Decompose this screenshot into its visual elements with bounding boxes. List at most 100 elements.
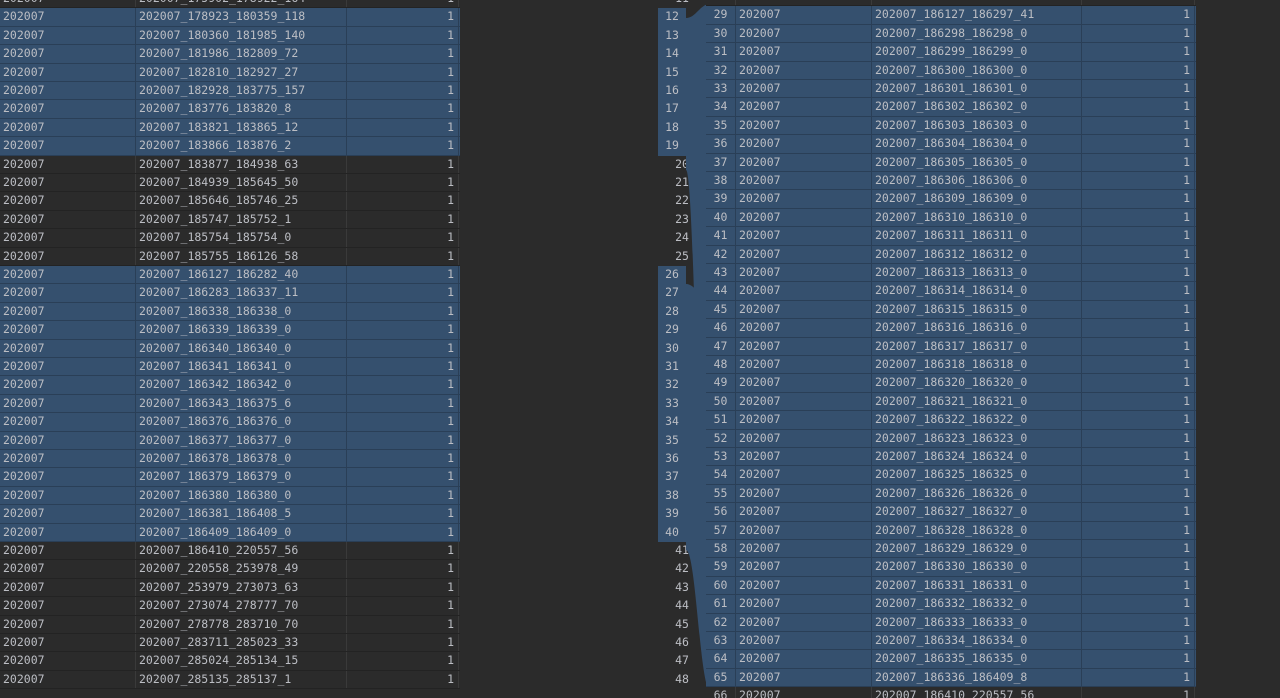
range-cell[interactable]: 202007_181986_182809_72 [136, 45, 347, 63]
right-table-row[interactable]: 50 202007 202007_186321_186321_0 1 [706, 392, 1196, 412]
right-table-pane[interactable]: 2829202007202007_186127_186297_411302020… [706, 0, 1280, 698]
period-cell[interactable]: 202007 [736, 668, 872, 687]
count-cell[interactable]: 1 [1082, 6, 1195, 24]
count-cell[interactable]: 1 [347, 100, 459, 118]
count-cell[interactable]: 1 [1082, 227, 1195, 245]
left-table-row[interactable]: 202007 202007_186376_186376_0 1 [0, 413, 460, 432]
range-cell[interactable]: 202007_186409_186409_0 [136, 523, 347, 541]
range-cell[interactable]: 202007_185754_185754_0 [136, 229, 347, 247]
range-cell[interactable]: 202007_186127_186297_41 [872, 6, 1082, 24]
right-table-row[interactable]: 63 202007 202007_186334_186334_0 1 [706, 632, 1196, 651]
left-table-row[interactable]: 202007 202007_186378_186378_0 1 [0, 450, 460, 469]
range-cell[interactable]: 202007_183866_183876_2 [136, 137, 347, 155]
left-table-row[interactable]: 202007 202007_186377_186377_0 1 [0, 431, 460, 450]
count-cell[interactable]: 1 [347, 358, 459, 376]
period-cell[interactable]: 202007 [0, 100, 136, 118]
period-cell[interactable]: 202007 [736, 61, 872, 79]
period-cell[interactable]: 202007 [736, 153, 872, 171]
count-cell[interactable]: 1 [1082, 356, 1195, 374]
count-cell[interactable]: 1 [1082, 466, 1195, 484]
period-cell[interactable]: 202007 [736, 135, 872, 153]
count-cell[interactable]: 1 [1082, 429, 1195, 447]
period-cell[interactable]: 202007 [0, 468, 136, 486]
range-cell[interactable]: 202007_186380_186380_0 [136, 486, 347, 505]
range-cell[interactable]: 202007_186309_186309_0 [872, 190, 1082, 208]
count-cell[interactable]: 1 [347, 523, 459, 541]
left-table-row[interactable]: 202007 202007_186283_186337_11 1 [0, 284, 460, 303]
count-cell[interactable]: 1 [1082, 319, 1195, 337]
period-cell[interactable]: 202007 [736, 24, 872, 43]
left-table-row[interactable]: 202007 202007_183866_183876_2 1 [0, 137, 460, 156]
period-cell[interactable]: 202007 [736, 392, 872, 411]
left-table-row[interactable]: 202007 202007_186127_186282_40 1 [0, 266, 460, 285]
left-table-row[interactable]: 202007 202007_186341_186341_0 1 [0, 358, 460, 377]
period-cell[interactable]: 202007 [736, 411, 872, 429]
period-cell[interactable]: 202007 [736, 521, 872, 539]
range-cell[interactable]: 202007_186324_186324_0 [872, 448, 1082, 466]
period-cell[interactable]: 202007 [736, 80, 872, 98]
right-table-row[interactable]: 51 202007 202007_186322_186322_0 1 [706, 411, 1196, 430]
left-table-row[interactable]: 202007 202007_182810_182927_27 1 [0, 63, 460, 82]
right-table-row[interactable]: 61 202007 202007_186332_186332_0 1 [706, 595, 1196, 614]
period-cell[interactable]: 202007 [736, 448, 872, 466]
range-cell[interactable]: 202007_253979_273073_63 [136, 578, 347, 597]
range-cell[interactable]: 202007_183821_183865_12 [136, 118, 347, 137]
left-table-row[interactable]: 202007 202007_220558_253978_49 1 [0, 560, 460, 579]
count-cell[interactable]: 1 [1082, 153, 1195, 171]
count-cell[interactable]: 1 [1082, 337, 1195, 355]
count-cell[interactable]: 1 [347, 670, 459, 689]
left-table-row[interactable]: 202007 202007_186338_186338_0 1 [0, 302, 460, 322]
left-table-row[interactable]: 202007 202007_186381_186408_5 1 [0, 505, 460, 524]
range-cell[interactable]: 202007_186301_186301_0 [872, 80, 1082, 98]
range-cell[interactable]: 202007_186305_186305_0 [872, 153, 1082, 171]
range-cell[interactable]: 202007_186304_186304_0 [872, 135, 1082, 153]
period-cell[interactable]: 202007 [0, 192, 136, 210]
right-table-row[interactable]: 37 202007 202007_186305_186305_0 1 [706, 153, 1196, 172]
count-cell[interactable]: 1 [1082, 135, 1195, 153]
range-cell[interactable]: 202007_186376_186376_0 [136, 413, 347, 431]
period-cell[interactable]: 202007 [0, 358, 136, 376]
range-cell[interactable]: 202007_186323_186323_0 [872, 429, 1082, 447]
count-cell[interactable]: 1 [347, 634, 459, 652]
left-table-row[interactable]: 202007 202007_285024_285134_15 1 [0, 652, 460, 671]
period-cell[interactable]: 202007 [0, 45, 136, 63]
range-cell[interactable]: 202007_185747_185752_1 [136, 210, 347, 229]
count-cell[interactable] [1082, 0, 1195, 6]
count-cell[interactable]: 1 [347, 560, 459, 578]
range-cell[interactable]: 202007_185646_185746_25 [136, 192, 347, 210]
right-table-row[interactable]: 62 202007 202007_186333_186333_0 1 [706, 613, 1196, 632]
period-cell[interactable]: 202007 [0, 597, 136, 615]
right-table-row[interactable]: 47 202007 202007_186317_186317_0 1 [706, 337, 1196, 356]
range-cell[interactable]: 202007_186306_186306_0 [872, 172, 1082, 190]
count-cell[interactable]: 1 [1082, 558, 1195, 576]
count-cell[interactable]: 1 [1082, 80, 1195, 98]
right-table-row[interactable]: 38 202007 202007_186306_186306_0 1 [706, 172, 1196, 191]
right-table-row[interactable]: 54 202007 202007_186325_186325_0 1 [706, 466, 1196, 485]
range-cell[interactable]: 202007_285024_285134_15 [136, 652, 347, 670]
range-cell[interactable]: 202007_186327_186327_0 [872, 503, 1082, 521]
range-cell[interactable]: 202007_278778_283710_70 [136, 615, 347, 633]
period-cell[interactable]: 202007 [736, 227, 872, 245]
count-cell[interactable]: 1 [1082, 687, 1195, 698]
count-cell[interactable]: 1 [347, 26, 459, 45]
count-cell[interactable]: 1 [347, 615, 459, 633]
range-cell[interactable]: 202007_186310_186310_0 [872, 208, 1082, 227]
count-cell[interactable]: 1 [347, 137, 459, 155]
right-table-row[interactable]: 57 202007 202007_186328_186328_0 1 [706, 521, 1196, 540]
count-cell[interactable]: 1 [347, 542, 459, 560]
count-cell[interactable]: 1 [347, 210, 459, 229]
period-cell[interactable]: 202007 [736, 613, 872, 631]
count-cell[interactable]: 1 [1082, 668, 1195, 687]
range-cell[interactable]: 202007_186379_186379_0 [136, 468, 347, 486]
left-table-row[interactable]: 202007 202007_181986_182809_72 1 [0, 45, 460, 64]
count-cell[interactable]: 1 [1082, 521, 1195, 539]
left-table-row[interactable]: 202007 202007_186342_186342_0 1 [0, 376, 460, 395]
range-cell[interactable]: 202007_186318_186318_0 [872, 356, 1082, 374]
range-cell[interactable]: 202007_186334_186334_0 [872, 632, 1082, 650]
left-table-row[interactable]: 202007 202007_186410_220557_56 1 [0, 542, 460, 561]
range-cell[interactable]: 202007_285135_285137_1 [136, 670, 347, 689]
period-cell[interactable]: 202007 [736, 172, 872, 190]
period-cell[interactable]: 202007 [736, 540, 872, 558]
range-cell[interactable]: 202007_186410_220557_56 [872, 687, 1082, 698]
left-table-row[interactable]: 202007 202007_186409_186409_0 1 [0, 523, 460, 542]
